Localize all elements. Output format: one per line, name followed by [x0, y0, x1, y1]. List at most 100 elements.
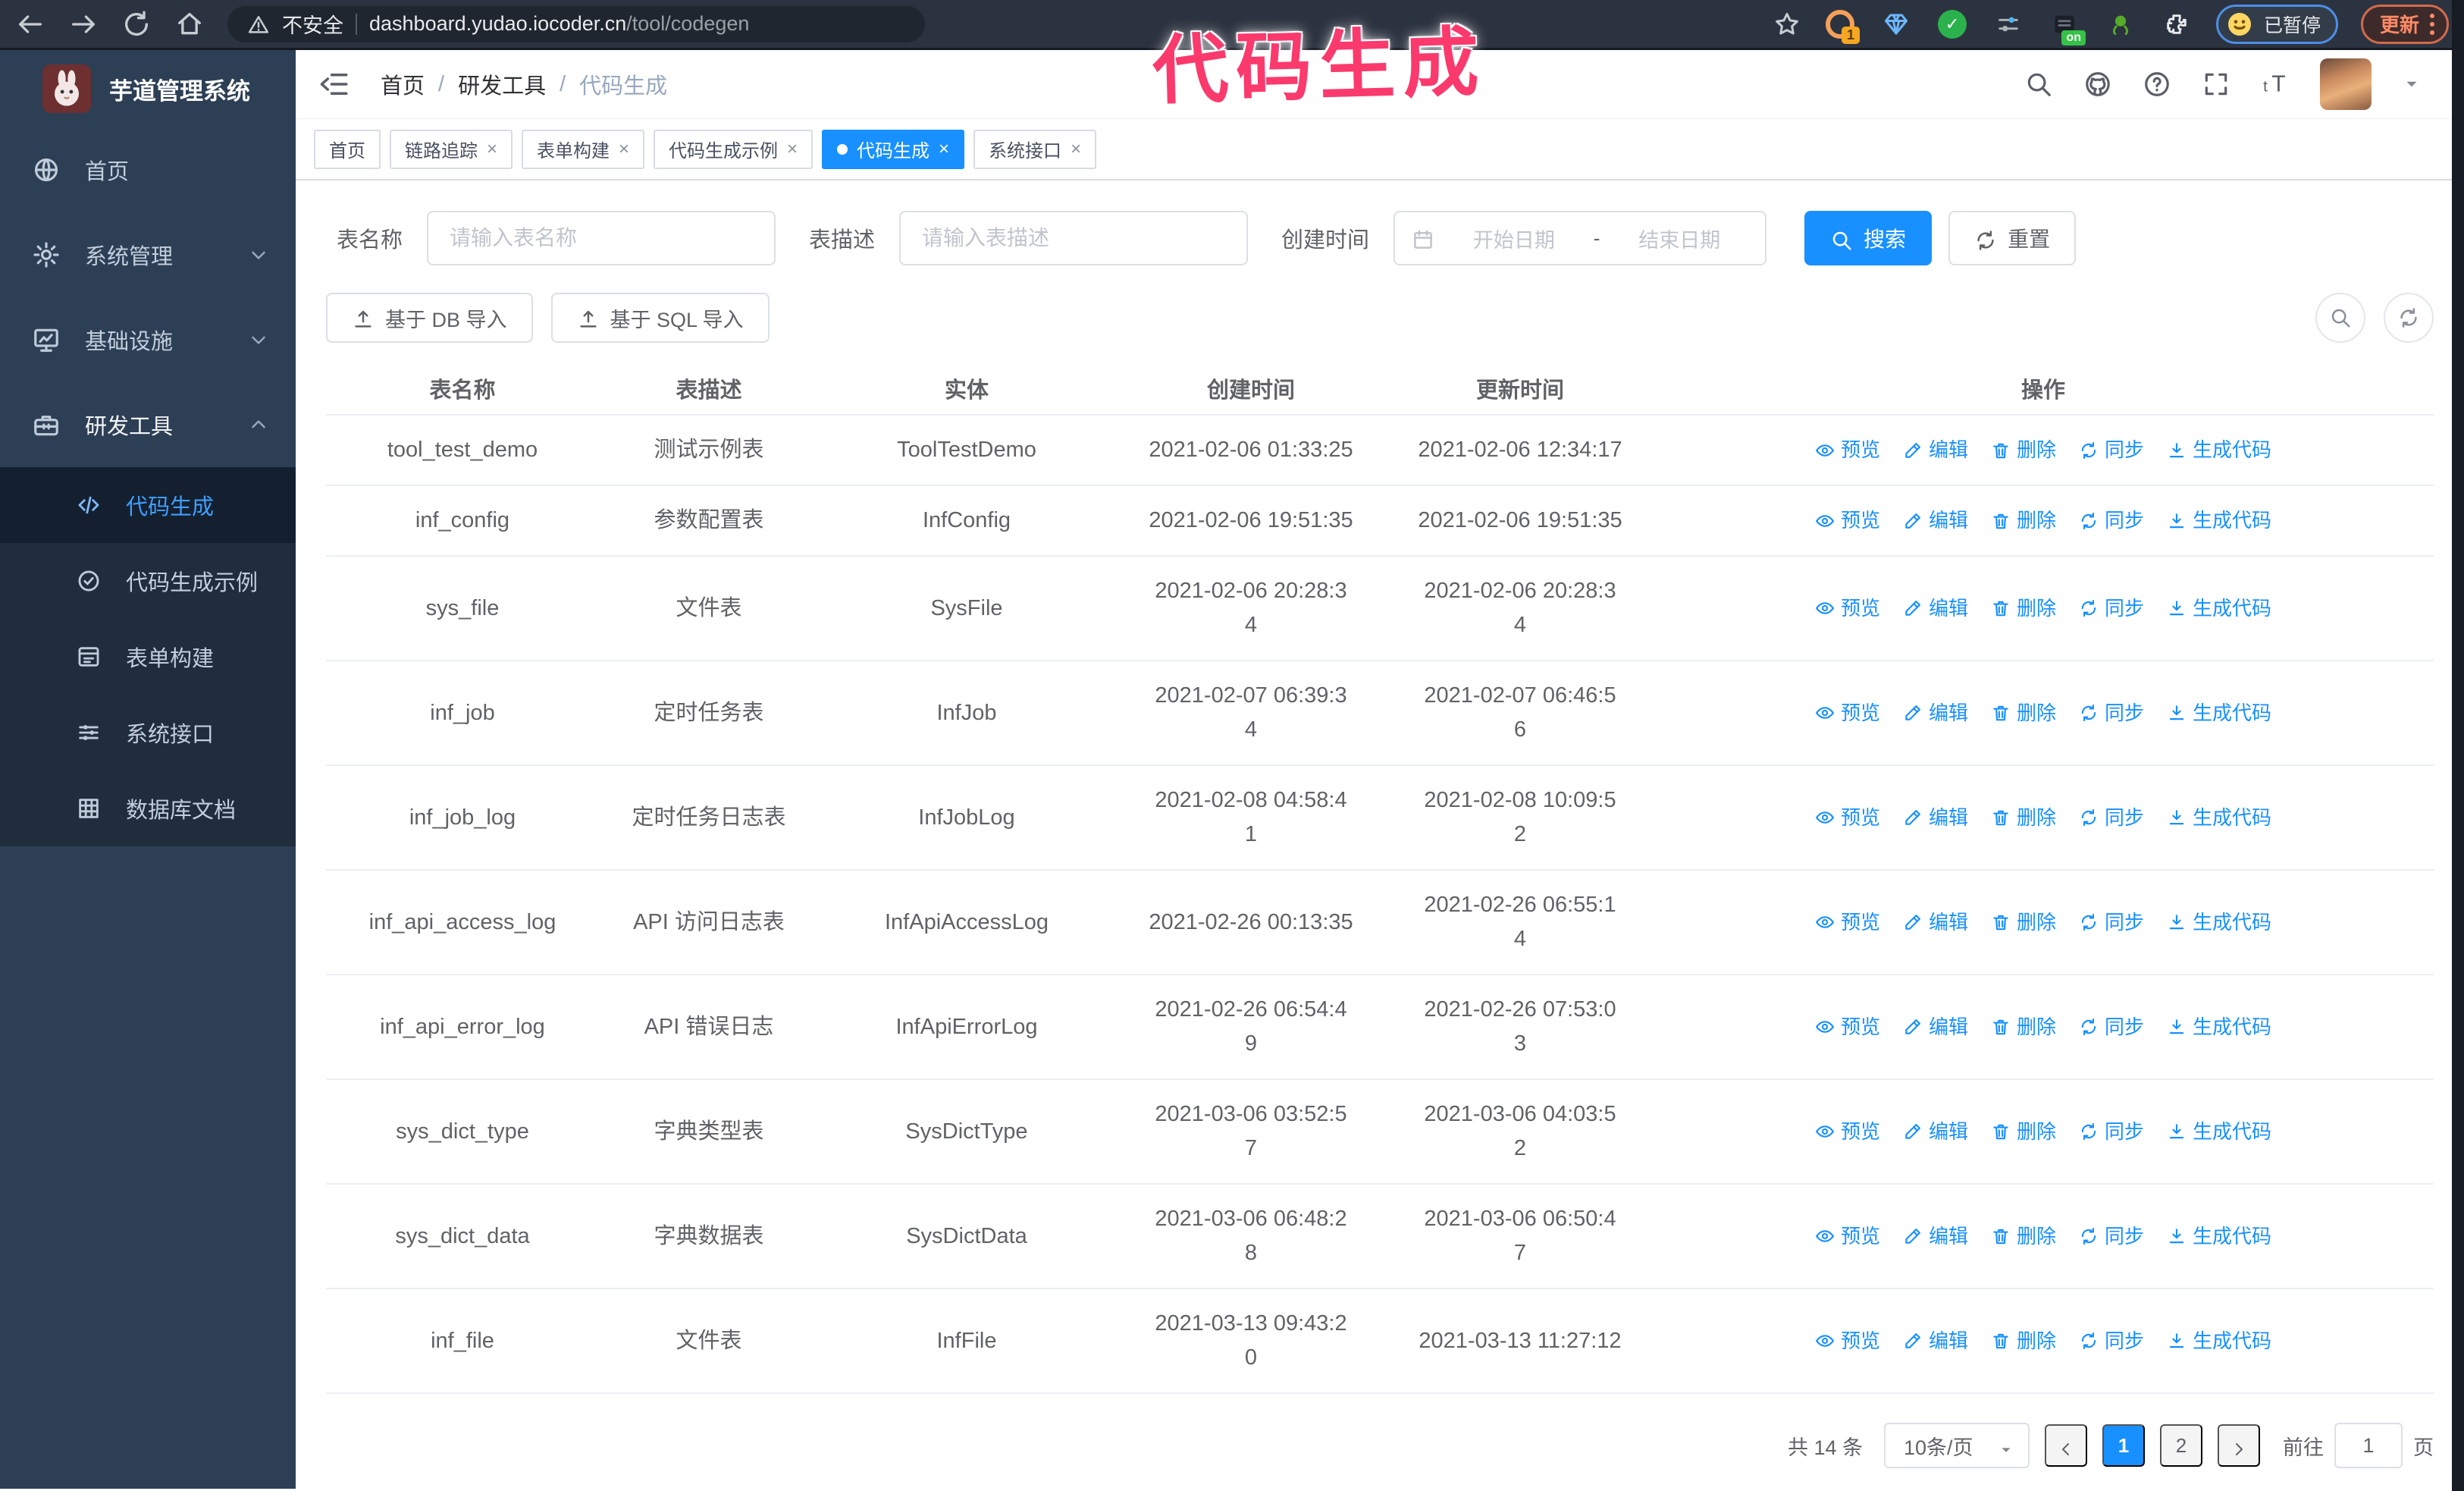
- tab-view[interactable]: 代码生成示例 ×: [654, 129, 813, 169]
- action-download-link[interactable]: 生成代码: [2167, 1324, 2271, 1358]
- action-edit-link[interactable]: 编辑: [1903, 592, 1968, 626]
- refresh-table-button[interactable]: [2384, 293, 2434, 343]
- action-trash-link[interactable]: 删除: [1991, 1219, 2056, 1254]
- action-edit-link[interactable]: 编辑: [1903, 1010, 1968, 1044]
- reset-button[interactable]: 重置: [1948, 211, 2077, 265]
- action-sync-link[interactable]: 同步: [2079, 592, 2144, 626]
- action-sync-link[interactable]: 同步: [2079, 1219, 2144, 1254]
- pager-prev-button[interactable]: [2045, 1424, 2087, 1467]
- sidebar-fold-icon[interactable]: [318, 68, 350, 100]
- action-download-link[interactable]: 生成代码: [2167, 1115, 2271, 1149]
- sidebar-subitem-dbGrid[interactable]: 数据库文档: [0, 771, 296, 846]
- action-eye-link[interactable]: 预览: [1815, 1219, 1880, 1254]
- app-logo[interactable]: 芋道管理系统: [0, 50, 296, 127]
- action-trash-link[interactable]: 删除: [1991, 592, 2056, 626]
- tab-view[interactable]: 表单构建 ×: [522, 129, 645, 169]
- bookmark-star-icon[interactable]: [1773, 11, 1801, 38]
- github-icon[interactable]: [2083, 70, 2112, 99]
- action-edit-link[interactable]: 编辑: [1903, 906, 1968, 940]
- action-trash-link[interactable]: 删除: [1991, 504, 2056, 538]
- action-eye-link[interactable]: 预览: [1815, 1010, 1880, 1044]
- tab-view[interactable]: 首页: [314, 129, 381, 169]
- extension-icon-sliders[interactable]: [1992, 8, 2025, 41]
- sidebar-subitem-code[interactable]: 代码生成: [0, 467, 296, 543]
- action-trash-link[interactable]: 删除: [1991, 696, 2056, 730]
- action-download-link[interactable]: 生成代码: [2167, 592, 2271, 626]
- action-eye-link[interactable]: 预览: [1815, 592, 1880, 626]
- action-sync-link[interactable]: 同步: [2079, 433, 2144, 467]
- back-icon[interactable]: [15, 9, 45, 39]
- action-download-link[interactable]: 生成代码: [2167, 504, 2271, 538]
- action-edit-link[interactable]: 编辑: [1903, 1115, 1968, 1149]
- tab-close-icon[interactable]: ×: [1071, 140, 1081, 159]
- font-size-icon[interactable]: tT: [2261, 70, 2290, 99]
- extension-icon-green-check[interactable]: ✓: [1936, 8, 1969, 41]
- action-eye-link[interactable]: 预览: [1815, 1324, 1880, 1358]
- action-download-link[interactable]: 生成代码: [2167, 1010, 2271, 1044]
- action-trash-link[interactable]: 删除: [1991, 433, 2056, 467]
- sidebar-item-toolbox[interactable]: 研发工具: [0, 382, 296, 467]
- action-sync-link[interactable]: 同步: [2079, 801, 2144, 835]
- tab-close-icon[interactable]: ×: [787, 140, 798, 159]
- avatar-caret-down-icon[interactable]: [2402, 74, 2422, 94]
- action-eye-link[interactable]: 预览: [1815, 1115, 1880, 1149]
- action-sync-link[interactable]: 同步: [2079, 504, 2144, 538]
- action-eye-link[interactable]: 预览: [1815, 906, 1880, 940]
- browser-menu-icon[interactable]: [2430, 13, 2434, 35]
- action-download-link[interactable]: 生成代码: [2167, 1219, 2271, 1254]
- breadcrumb-item[interactable]: 研发工具: [458, 68, 546, 100]
- action-sync-link[interactable]: 同步: [2079, 1115, 2144, 1149]
- sidebar-item-globe[interactable]: 首页: [0, 127, 296, 212]
- goto-page-input[interactable]: [2334, 1423, 2403, 1468]
- action-trash-link[interactable]: 删除: [1991, 906, 2056, 940]
- action-edit-link[interactable]: 编辑: [1903, 1219, 1968, 1254]
- action-download-link[interactable]: 生成代码: [2167, 801, 2271, 835]
- tab-view[interactable]: 链路追踪 ×: [390, 129, 513, 169]
- forward-icon[interactable]: [68, 9, 99, 39]
- import-db-button[interactable]: 基于 DB 导入: [326, 293, 533, 343]
- extension-icon-gem[interactable]: [1879, 8, 1913, 41]
- page-size-select[interactable]: 10条/页: [1884, 1423, 2030, 1468]
- action-eye-link[interactable]: 预览: [1815, 433, 1880, 467]
- user-avatar[interactable]: [2320, 58, 2372, 110]
- action-trash-link[interactable]: 删除: [1991, 1324, 2056, 1358]
- breadcrumb-item[interactable]: 首页: [381, 68, 425, 100]
- extensions-puzzle-icon[interactable]: [2160, 8, 2193, 41]
- toggle-search-button[interactable]: [2315, 293, 2365, 343]
- table-name-input[interactable]: [427, 211, 776, 265]
- action-eye-link[interactable]: 预览: [1815, 696, 1880, 730]
- sidebar-subitem-sliders[interactable]: 系统接口: [0, 695, 296, 771]
- pager-page-2[interactable]: 2: [2160, 1424, 2202, 1467]
- action-sync-link[interactable]: 同步: [2079, 696, 2144, 730]
- tab-view[interactable]: 系统接口 ×: [973, 129, 1097, 169]
- reload-icon[interactable]: [121, 9, 152, 39]
- browser-profile-chip[interactable]: 已暂停: [2215, 4, 2338, 44]
- tab-close-icon[interactable]: ×: [487, 140, 497, 159]
- action-sync-link[interactable]: 同步: [2079, 906, 2144, 940]
- table-desc-input[interactable]: [899, 211, 1249, 265]
- tab-close-icon[interactable]: ×: [619, 140, 629, 159]
- fullscreen-icon[interactable]: [2202, 70, 2230, 99]
- home-icon[interactable]: [174, 9, 205, 39]
- date-range-picker[interactable]: 开始日期 - 结束日期: [1393, 211, 1767, 265]
- action-trash-link[interactable]: 删除: [1991, 801, 2056, 835]
- header-search-icon[interactable]: [2024, 70, 2053, 99]
- extension-icon-green-monkey[interactable]: [2104, 8, 2137, 41]
- action-eye-link[interactable]: 预览: [1815, 504, 1880, 538]
- action-edit-link[interactable]: 编辑: [1903, 696, 1968, 730]
- pager-next-button[interactable]: [2218, 1424, 2260, 1467]
- action-sync-link[interactable]: 同步: [2079, 1010, 2144, 1044]
- sidebar-item-gear[interactable]: 系统管理: [0, 212, 296, 297]
- tab-active[interactable]: 代码生成 ×: [822, 129, 965, 169]
- import-sql-button[interactable]: 基于 SQL 导入: [550, 293, 770, 343]
- help-icon[interactable]: [2143, 70, 2171, 99]
- action-trash-link[interactable]: 删除: [1991, 1115, 2056, 1149]
- action-eye-link[interactable]: 预览: [1815, 801, 1880, 835]
- action-download-link[interactable]: 生成代码: [2167, 433, 2271, 467]
- action-edit-link[interactable]: 编辑: [1903, 504, 1968, 538]
- action-download-link[interactable]: 生成代码: [2167, 696, 2271, 730]
- address-bar[interactable]: 不安全 dashboard.yudao.iocoder.cn/tool/code…: [227, 5, 925, 42]
- pager-page-1[interactable]: 1: [2102, 1424, 2145, 1467]
- browser-update-button[interactable]: 更新: [2360, 4, 2449, 44]
- sidebar-subitem-form[interactable]: 表单构建: [0, 619, 296, 695]
